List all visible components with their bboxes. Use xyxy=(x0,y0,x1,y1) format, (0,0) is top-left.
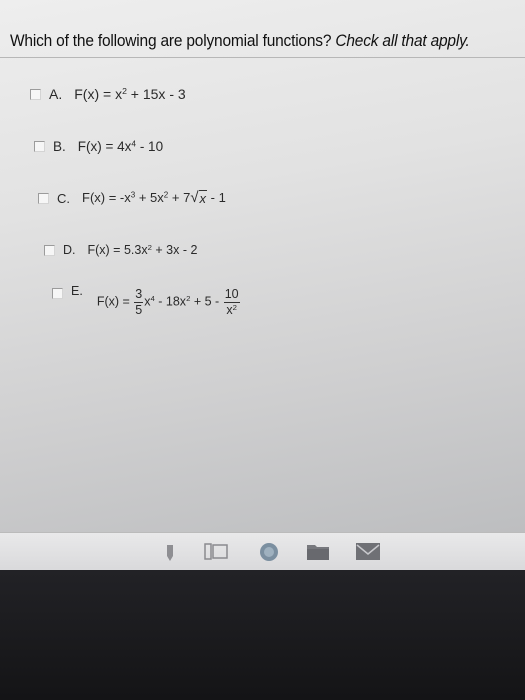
option-c-expression: F(x) = -x3 + 5x2 + 7 √ x - 1 xyxy=(82,189,226,207)
option-c-letter: C. xyxy=(57,190,70,206)
option-b-expression: F(x) = 4x4 - 10 xyxy=(77,138,164,154)
option-b[interactable]: B. F(x) = 4x4 - 10 xyxy=(34,139,163,154)
option-e-checkbox[interactable] xyxy=(52,288,63,299)
fraction-ten-over-x-squared: 10 x2 xyxy=(223,287,240,317)
option-d-expression: F(x) = 5.3x2 + 3x - 2 xyxy=(87,242,198,257)
fraction-three-fifths: 35 xyxy=(134,287,144,317)
option-a-checkbox[interactable] xyxy=(30,88,41,100)
browser-icon[interactable] xyxy=(258,542,280,562)
option-e-letter: E. xyxy=(71,284,83,298)
option-a-letter: A. xyxy=(49,86,63,102)
option-e-expression: F(x) = 3 5 x4 - 18x2 + 5 - 10 x2 xyxy=(96,287,240,317)
question-instruction: Check all that apply. xyxy=(335,32,470,51)
option-d-letter: D. xyxy=(63,243,76,257)
option-e[interactable]: E. F(x) = 3 5 x4 - 18x2 + 5 - 10 x2 xyxy=(52,284,241,316)
option-a[interactable]: A. F(x) = x2 + 15x - 3 xyxy=(30,86,186,102)
pen-icon[interactable] xyxy=(166,545,174,562)
option-a-expression: F(x) = x2 + 15x - 3 xyxy=(74,86,186,102)
mail-icon[interactable] xyxy=(356,543,380,560)
question-prompt: Which of the following are polynomial fu… xyxy=(10,32,332,51)
sqrt-symbol: √ x xyxy=(190,189,208,207)
option-b-checkbox[interactable] xyxy=(34,141,45,152)
screen: Which of the following are polynomial fu… xyxy=(0,0,525,532)
option-b-letter: B. xyxy=(53,139,66,154)
monitor-bezel xyxy=(0,570,525,700)
divider xyxy=(0,57,525,58)
option-c-checkbox[interactable] xyxy=(38,192,49,204)
option-c[interactable]: C. F(x) = -x3 + 5x2 + 7 √ x - 1 xyxy=(38,190,226,206)
taskbar xyxy=(0,532,525,571)
option-d[interactable]: D. F(x) = 5.3x2 + 3x - 2 xyxy=(44,243,197,257)
task-view-icon[interactable] xyxy=(204,543,230,560)
folder-icon[interactable] xyxy=(307,543,329,560)
option-d-checkbox[interactable] xyxy=(44,244,55,256)
question-text: Which of the following are polynomial fu… xyxy=(10,33,470,52)
